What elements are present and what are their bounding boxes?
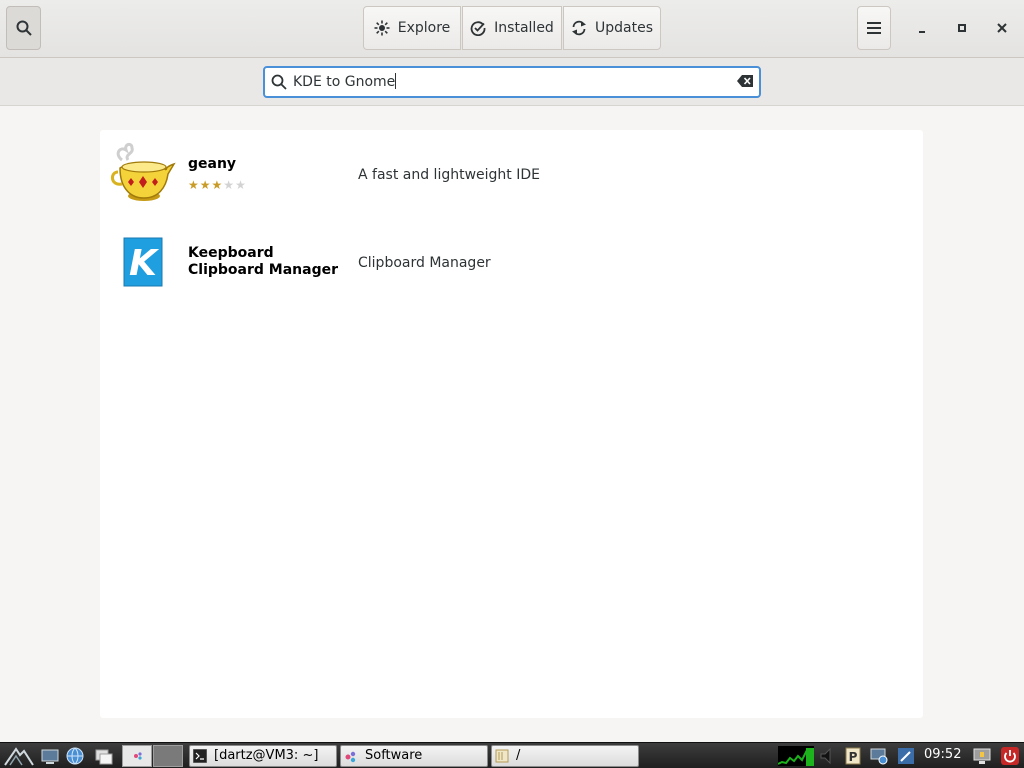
app-name-line1: Keepboard [188, 245, 274, 261]
folder-icon [495, 749, 509, 763]
volume-icon[interactable] [818, 746, 838, 766]
taskbar: [dartz@VM3: ~] Software / P 09:52 [0, 742, 1024, 768]
search-icon [16, 20, 32, 36]
app-summary: Clipboard Manager [358, 255, 491, 271]
star-filled-icon: ★ [211, 178, 224, 192]
svg-text:K: K [129, 243, 160, 284]
clear-text-icon[interactable] [737, 75, 753, 87]
result-row-keepboard[interactable]: K Keepboard Clipboard Manager Clipboard … [100, 218, 923, 306]
app-summary: A fast and lightweight IDE [358, 167, 540, 183]
search-results-list: geany ★★★★★ A fast and lightweight IDE K… [100, 130, 923, 718]
tab-updates[interactable]: Updates [563, 6, 661, 50]
task-button-folder[interactable]: / [491, 745, 639, 767]
tab-explore[interactable]: Explore [363, 6, 461, 50]
show-desktop-icon[interactable] [40, 746, 60, 766]
installed-icon [470, 21, 486, 36]
power-icon[interactable] [1000, 746, 1020, 766]
tab-updates-label: Updates [595, 20, 653, 36]
tab-explore-label: Explore [397, 20, 451, 36]
updates-icon [572, 20, 586, 36]
tools-icon[interactable] [896, 746, 916, 766]
search-input[interactable]: KDE to Gnome [263, 66, 761, 98]
close-icon [997, 23, 1007, 33]
task-label: Software [365, 748, 423, 763]
web-browser-icon[interactable] [65, 746, 85, 766]
terminal-icon [193, 749, 207, 763]
hamburger-menu-icon [867, 22, 881, 34]
close-button[interactable] [988, 14, 1016, 42]
clock[interactable]: 09:52 [924, 747, 961, 762]
cpu-monitor-icon [778, 746, 814, 766]
search-icon [271, 74, 287, 90]
header-bar: Explore Installed Updates [0, 0, 1024, 58]
maximize-icon [958, 24, 966, 32]
app-name: geany [188, 156, 237, 172]
text-caret [395, 73, 397, 89]
screen-lock-icon[interactable] [972, 746, 992, 766]
keepboard-k-icon: K [123, 237, 163, 287]
file-manager-icon[interactable] [94, 746, 114, 766]
search-input-value: KDE to Gnome [293, 73, 397, 90]
task-button-software[interactable]: Software [340, 745, 488, 767]
app-name-line2: Clipboard Manager [188, 262, 338, 278]
start-menu-icon[interactable] [4, 746, 34, 766]
workspace-app-icon [134, 752, 142, 760]
star-empty-icon: ★ [223, 178, 236, 192]
task-label: [dartz@VM3: ~] [214, 748, 319, 763]
maximize-button[interactable] [948, 14, 976, 42]
minimize-button[interactable] [908, 14, 936, 42]
rating-stars: ★★★★★ [188, 178, 247, 192]
menu-button[interactable] [857, 6, 891, 50]
svg-text:P: P [849, 750, 858, 764]
clipboard-tray-icon[interactable]: P [843, 746, 863, 766]
software-icon [345, 751, 356, 763]
search-bar: KDE to Gnome [0, 58, 1024, 106]
tab-installed-label: Installed [494, 20, 554, 36]
workspace-1-button[interactable] [122, 745, 152, 767]
search-toggle-button[interactable] [6, 6, 41, 50]
tab-installed[interactable]: Installed [462, 6, 562, 50]
app-name: Keepboard Clipboard Manager [188, 245, 338, 279]
explore-icon [374, 20, 390, 36]
task-label: / [516, 748, 521, 763]
network-icon[interactable] [869, 746, 889, 766]
star-empty-icon: ★ [235, 178, 247, 192]
star-filled-icon: ★ [199, 178, 212, 192]
workspace-2-button[interactable] [153, 745, 183, 767]
result-row-geany[interactable]: geany ★★★★★ A fast and lightweight IDE [100, 130, 923, 218]
geany-lamp-icon [111, 142, 176, 201]
star-filled-icon: ★ [188, 178, 200, 192]
task-button-terminal[interactable]: [dartz@VM3: ~] [189, 745, 337, 767]
minimize-icon [919, 31, 925, 33]
